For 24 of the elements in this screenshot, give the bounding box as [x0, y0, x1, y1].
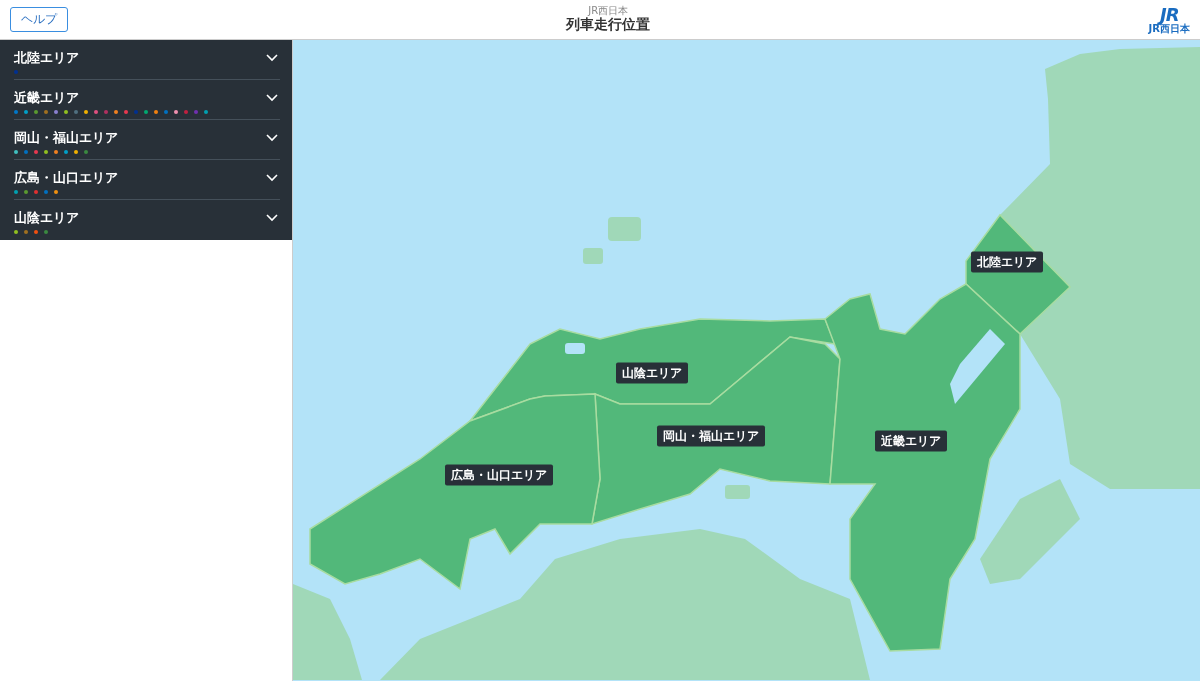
area-name: 岡山・福山エリア	[14, 129, 118, 147]
page-title: 列車走行位置	[566, 16, 651, 34]
area-map-label[interactable]: 岡山・福山エリア	[657, 425, 765, 447]
logo-caption: JR西日本	[1148, 23, 1190, 34]
area-name: 北陸エリア	[14, 49, 79, 67]
chevron-down-icon	[266, 214, 278, 222]
subtitle: JR西日本	[588, 5, 629, 16]
area-map-label[interactable]: 北陸エリア	[971, 251, 1043, 273]
area-item[interactable]: 北陸エリア	[14, 40, 280, 80]
area-item[interactable]: 山陰エリア	[14, 200, 280, 240]
area-map-label[interactable]: 広島・山口エリア	[445, 464, 553, 486]
chevron-down-icon	[266, 94, 278, 102]
area-map-label[interactable]: 山陰エリア	[616, 362, 688, 384]
chevron-down-icon	[266, 134, 278, 142]
area-item[interactable]: 岡山・福山エリア	[14, 120, 280, 160]
area-name: 山陰エリア	[14, 209, 79, 227]
area-name: 近畿エリア	[14, 89, 79, 107]
chevron-down-icon	[266, 54, 278, 62]
chevron-down-icon	[266, 174, 278, 182]
area-name: 広島・山口エリア	[14, 169, 118, 187]
help-button[interactable]: ヘルプ	[10, 7, 68, 32]
area-item[interactable]: 広島・山口エリア	[14, 160, 280, 200]
area-map-label[interactable]: 近畿エリア	[875, 430, 947, 452]
area-item[interactable]: 近畿エリア	[14, 80, 280, 120]
